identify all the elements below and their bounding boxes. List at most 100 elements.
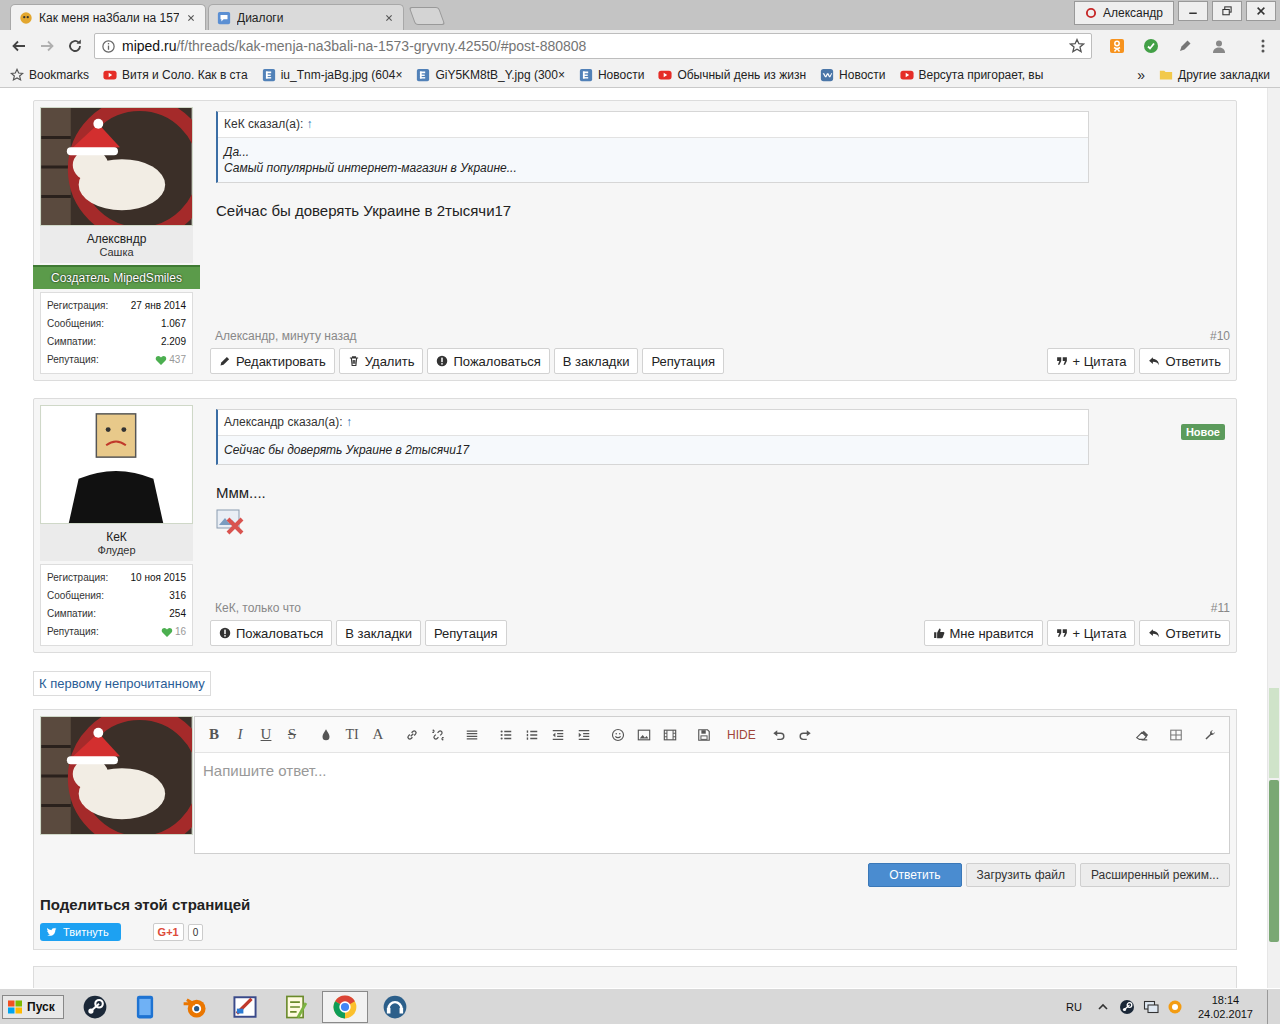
bookmark[interactable]: Витя и Соло. Как в ста bbox=[99, 66, 252, 84]
browser-tab[interactable]: Как меня на3бали на 1573 bbox=[10, 4, 206, 30]
editor-button[interactable]: A bbox=[367, 724, 389, 746]
editor-button[interactable] bbox=[693, 724, 715, 746]
tweet-button[interactable]: Твитнуть bbox=[40, 923, 121, 941]
tray-item[interactable] bbox=[1118, 998, 1136, 1016]
post-action-button[interactable]: + Цитата bbox=[1047, 348, 1136, 374]
extension-button[interactable] bbox=[1142, 37, 1160, 55]
bookmark[interactable]: Новости bbox=[816, 66, 889, 84]
editor-button[interactable] bbox=[521, 724, 543, 746]
post-action-button[interactable]: В закладки bbox=[336, 620, 421, 646]
profile-button[interactable]: Александр bbox=[1074, 1, 1174, 25]
taskbar-app[interactable] bbox=[372, 991, 418, 1023]
editor-button[interactable] bbox=[401, 724, 423, 746]
editor-button[interactable]: S bbox=[281, 724, 303, 746]
post-action-button[interactable]: Ответить bbox=[1139, 620, 1230, 646]
post-action-button[interactable]: Репутация bbox=[425, 620, 507, 646]
post-action-button[interactable]: Репутация bbox=[642, 348, 724, 374]
username[interactable]: Алексвндр bbox=[40, 232, 193, 246]
clock[interactable]: 18:14 24.02.2017 bbox=[1188, 993, 1263, 1021]
editor-button[interactable] bbox=[1131, 724, 1153, 746]
menu-button[interactable] bbox=[1250, 33, 1276, 59]
extension-button[interactable] bbox=[1176, 37, 1194, 55]
close-button[interactable] bbox=[1246, 1, 1276, 21]
first-unread-link[interactable]: К первому непрочитанному bbox=[33, 671, 211, 696]
minimize-button[interactable] bbox=[1178, 1, 1208, 21]
forward-button[interactable] bbox=[34, 33, 60, 59]
other-bookmarks[interactable]: Другие закладки bbox=[1155, 66, 1274, 84]
user-avatar[interactable] bbox=[40, 107, 193, 226]
post-number[interactable]: #10 bbox=[1210, 329, 1230, 343]
editor-button[interactable] bbox=[315, 724, 337, 746]
taskbar-app[interactable] bbox=[272, 991, 318, 1023]
reload-button[interactable] bbox=[62, 33, 88, 59]
post-action-button[interactable]: Ответить bbox=[1139, 348, 1230, 374]
bookmark[interactable]: Версута пригорает, вы bbox=[896, 66, 1048, 84]
tray-item[interactable] bbox=[1166, 998, 1184, 1016]
quote-author[interactable]: КеК сказал(а): ↑ bbox=[218, 112, 1088, 138]
tray-item[interactable] bbox=[1142, 998, 1160, 1016]
scrollbar-thumb[interactable] bbox=[1269, 780, 1279, 942]
extension-button[interactable] bbox=[1108, 37, 1126, 55]
editor-button[interactable] bbox=[607, 724, 629, 746]
reply-button[interactable]: Расширенный режим... bbox=[1080, 863, 1230, 887]
editor-button[interactable] bbox=[573, 724, 595, 746]
taskbar-app[interactable] bbox=[122, 991, 168, 1023]
start-button[interactable]: Пуск bbox=[2, 995, 64, 1019]
gplus-button[interactable]: G+1 bbox=[153, 923, 184, 941]
editor-button[interactable] bbox=[461, 724, 483, 746]
username[interactable]: КеК bbox=[40, 530, 193, 544]
post-action-button[interactable]: Пожаловаться bbox=[210, 620, 332, 646]
editor-button[interactable] bbox=[495, 724, 517, 746]
quote-author[interactable]: Александр сказал(а): ↑ bbox=[218, 410, 1088, 436]
editor-button[interactable]: I bbox=[229, 724, 251, 746]
bookmark[interactable]: Обычный день из жизн bbox=[654, 66, 810, 84]
more-bookmarks-button[interactable]: » bbox=[1133, 65, 1149, 85]
post-action-button[interactable]: + Цитата bbox=[1047, 620, 1136, 646]
scrollbar[interactable] bbox=[1267, 88, 1280, 988]
editor-button[interactable]: TI bbox=[341, 724, 363, 746]
reply-textarea[interactable]: Напишите ответ... bbox=[195, 753, 1229, 853]
reply-button[interactable]: Ответить bbox=[868, 863, 961, 887]
editor-button[interactable]: B bbox=[203, 724, 225, 746]
post-meta[interactable]: Александр, минуту назад bbox=[215, 329, 357, 343]
reply-button[interactable]: Загрузить файл bbox=[966, 863, 1076, 887]
editor-button[interactable] bbox=[768, 724, 790, 746]
post-meta[interactable]: КеК, только что bbox=[215, 601, 301, 615]
bookmark[interactable]: GiY5KM8tB_Y.jpg (300× bbox=[412, 66, 569, 84]
post-number[interactable]: #11 bbox=[1211, 601, 1230, 615]
extension-button[interactable] bbox=[1210, 37, 1228, 55]
post-action-button[interactable]: Мне нравится bbox=[924, 620, 1043, 646]
post-action-button[interactable]: Пожаловаться bbox=[427, 348, 549, 374]
post-action-button[interactable]: Редактировать bbox=[210, 348, 335, 374]
taskbar-app[interactable] bbox=[172, 991, 218, 1023]
new-tab-button[interactable] bbox=[409, 7, 446, 25]
editor-button[interactable] bbox=[794, 724, 816, 746]
editor-button[interactable] bbox=[659, 724, 681, 746]
editor-button[interactable] bbox=[1199, 724, 1221, 746]
taskbar-app[interactable] bbox=[322, 991, 368, 1023]
maximize-button[interactable] bbox=[1212, 1, 1242, 21]
tray-item[interactable] bbox=[1094, 998, 1112, 1016]
editor-button[interactable] bbox=[633, 724, 655, 746]
taskbar-app[interactable] bbox=[222, 991, 268, 1023]
bookmark[interactable]: iu_Tnm-jaBg.jpg (604× bbox=[258, 66, 407, 84]
blender-icon bbox=[182, 994, 208, 1020]
editor-button[interactable]: HIDE bbox=[727, 724, 756, 746]
editor-button[interactable] bbox=[547, 724, 569, 746]
post-action-button[interactable]: Удалить bbox=[339, 348, 424, 374]
language-indicator[interactable]: RU bbox=[1058, 1001, 1090, 1013]
bookmark[interactable]: Bookmarks bbox=[6, 66, 93, 84]
editor-button[interactable]: U bbox=[255, 724, 277, 746]
taskbar-app[interactable] bbox=[72, 991, 118, 1023]
editor-button[interactable] bbox=[427, 724, 449, 746]
chevron-up-icon bbox=[1095, 999, 1111, 1015]
user-avatar[interactable] bbox=[40, 405, 193, 524]
address-bar[interactable]: miped.ru/f/threads/kak-menja-na3bali-na-… bbox=[94, 33, 1092, 59]
show-desktop-button[interactable] bbox=[1267, 990, 1278, 1024]
bookmark[interactable]: Новости bbox=[575, 66, 648, 84]
editor-button[interactable] bbox=[1165, 724, 1187, 746]
user-avatar[interactable] bbox=[40, 716, 193, 835]
browser-tab[interactable]: Диалоги bbox=[208, 4, 404, 30]
back-button[interactable] bbox=[6, 33, 32, 59]
post-action-button[interactable]: В закладки bbox=[554, 348, 639, 374]
